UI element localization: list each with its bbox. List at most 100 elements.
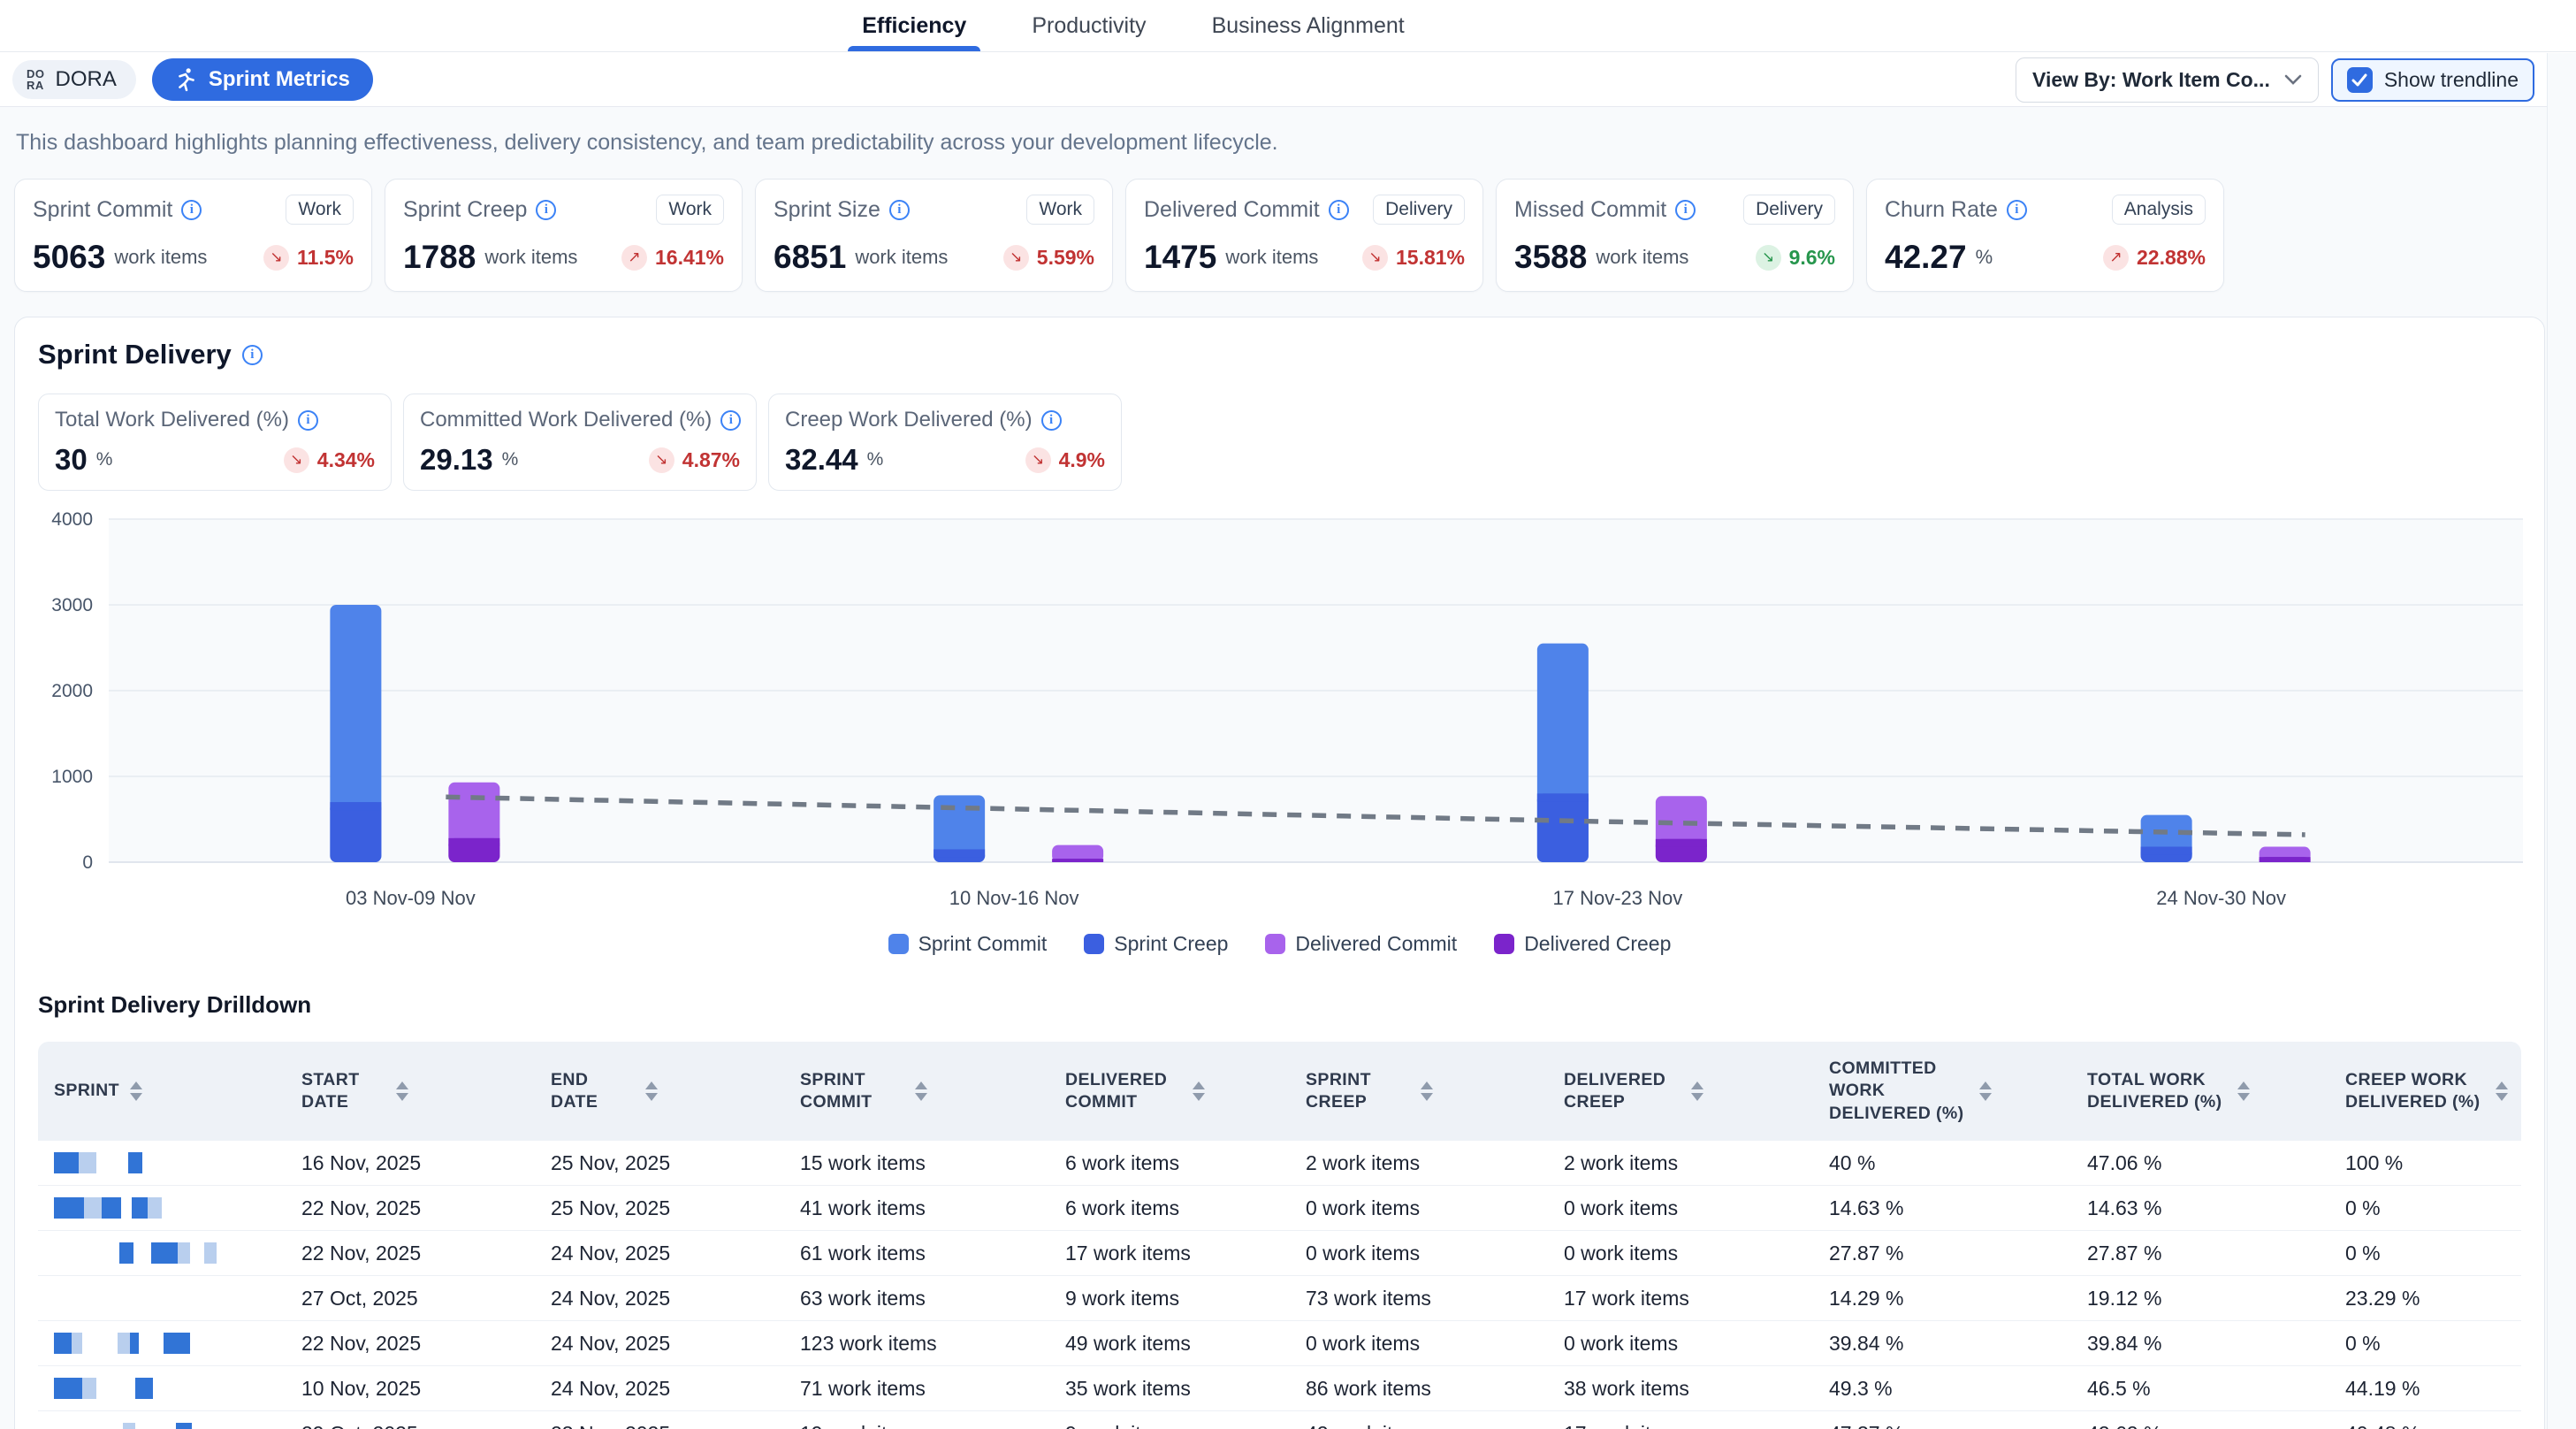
table-cell: 9 work items <box>1049 1422 1290 1429</box>
trend-value: 5.59% <box>1037 246 1094 270</box>
table-cell: 42 work items <box>1290 1422 1548 1429</box>
tab-efficiency[interactable]: Efficiency <box>858 0 970 51</box>
table-row[interactable]: 22 Nov, 202525 Nov, 202541 work items6 w… <box>38 1186 2521 1231</box>
column-header-committed-work-delivered-[interactable]: Committed Work Delivered (%) <box>1813 1042 2071 1141</box>
sort-icon[interactable] <box>1193 1081 1205 1101</box>
info-icon[interactable]: i <box>720 410 741 431</box>
sort-icon[interactable] <box>130 1081 142 1101</box>
svg-text:2000: 2000 <box>51 681 93 701</box>
legend-swatch <box>888 934 909 954</box>
column-header-creep-work-delivered-[interactable]: Creep Work Delivered (%) <box>2329 1053 2521 1130</box>
info-icon[interactable]: i <box>889 200 910 220</box>
info-icon[interactable]: i <box>2007 200 2027 220</box>
show-trendline-toggle[interactable]: Show trendline <box>2331 58 2534 102</box>
table-cell: 100 % <box>2329 1151 2521 1175</box>
info-icon[interactable]: i <box>181 200 202 220</box>
column-header-delivered-commit[interactable]: Delivered Commit <box>1049 1053 1290 1130</box>
metric-card-sprint-commit: Sprint CommitiWork5063work items↘11.5% <box>14 179 372 292</box>
info-icon[interactable]: i <box>536 200 556 220</box>
metric-card-sprint-size: Sprint SizeiWork6851work items↘5.59% <box>755 179 1113 292</box>
metric-card-unit: % <box>1976 246 1993 269</box>
sort-icon[interactable] <box>915 1081 927 1101</box>
trend-indicator: ↘4.87% <box>649 447 740 473</box>
column-header-label: Sprint Commit <box>800 1069 904 1114</box>
sprint-delivery-title: Sprint Delivery <box>38 339 232 371</box>
legend-item-sprint-creep[interactable]: Sprint Creep <box>1084 932 1228 956</box>
sprint-metrics-label: Sprint Metrics <box>209 67 350 92</box>
sprint-name-redacted <box>38 1242 286 1264</box>
sort-desc-icon <box>2496 1093 2508 1101</box>
table-cell: 0 work items <box>1548 1196 1813 1220</box>
table-cell: 22 Nov, 2025 <box>286 1242 535 1265</box>
column-header-total-work-delivered-[interactable]: Total Work Delivered (%) <box>2071 1053 2329 1130</box>
dashboard-content: This dashboard highlights planning effec… <box>0 107 2547 1429</box>
column-header-delivered-creep[interactable]: Delivered Creep <box>1548 1053 1813 1130</box>
redacted-block <box>133 1242 151 1264</box>
sort-desc-icon <box>1193 1093 1205 1101</box>
metric-card-title: Sprint Size <box>774 197 880 223</box>
table-row[interactable]: 22 Nov, 202524 Nov, 2025123 work items49… <box>38 1321 2521 1366</box>
top-tab-bar: Efficiency Productivity Business Alignment <box>0 0 2576 52</box>
table-row[interactable]: 29 Oct, 202523 Nov, 202519 work items9 w… <box>38 1411 2521 1429</box>
trend-indicator: ↘11.5% <box>263 245 354 271</box>
column-header-start-date[interactable]: Start Date <box>286 1053 535 1130</box>
subcard-value: 30 <box>55 443 88 477</box>
table-row[interactable]: 27 Oct, 202524 Nov, 202563 work items9 w… <box>38 1276 2521 1321</box>
sort-icon[interactable] <box>1691 1081 1703 1101</box>
sort-icon[interactable] <box>2496 1081 2508 1101</box>
trend-down-arrow-icon: ↘ <box>1003 245 1029 271</box>
sort-asc-icon <box>130 1081 142 1089</box>
info-icon[interactable]: i <box>242 345 263 365</box>
table-cell: 14.29 % <box>1813 1287 2071 1311</box>
sort-icon[interactable] <box>396 1081 408 1101</box>
info-icon[interactable]: i <box>298 410 318 431</box>
column-header-sprint-creep[interactable]: Sprint Creep <box>1290 1053 1548 1130</box>
table-row[interactable]: 10 Nov, 202524 Nov, 202571 work items35 … <box>38 1366 2521 1411</box>
column-header-sprint[interactable]: Sprint <box>38 1064 286 1118</box>
tab-productivity[interactable]: Productivity <box>1028 0 1149 51</box>
subcard-unit: % <box>502 449 519 470</box>
sort-icon[interactable] <box>645 1081 658 1101</box>
sort-icon[interactable] <box>2237 1081 2250 1101</box>
info-icon[interactable]: i <box>1041 410 1062 431</box>
redacted-block <box>54 1423 123 1429</box>
sort-asc-icon <box>2237 1081 2250 1089</box>
column-header-sprint-commit[interactable]: Sprint Commit <box>784 1053 1049 1130</box>
legend-item-sprint-commit[interactable]: Sprint Commit <box>888 932 1048 956</box>
table-cell: 17 work items <box>1049 1242 1290 1265</box>
table-row[interactable]: 16 Nov, 202525 Nov, 202515 work items6 w… <box>38 1141 2521 1186</box>
delivery-subcard-committed-work-delivered-: Committed Work Delivered (%)i29.13%↘4.87… <box>403 394 757 491</box>
legend-item-delivered-creep[interactable]: Delivered Creep <box>1494 932 1671 956</box>
sort-icon[interactable] <box>1979 1081 1992 1101</box>
trend-indicator: ↘4.34% <box>284 447 375 473</box>
trendline-checkbox[interactable] <box>2347 67 2373 93</box>
table-row[interactable]: 22 Nov, 202524 Nov, 202561 work items17 … <box>38 1231 2521 1276</box>
table-cell: 0 work items <box>1290 1332 1548 1356</box>
info-icon[interactable]: i <box>1329 200 1349 220</box>
tab-business-alignment[interactable]: Business Alignment <box>1208 0 1408 51</box>
view-by-dropdown[interactable]: View By: Work Item Co... <box>2016 57 2319 103</box>
table-cell: 19.12 % <box>2071 1287 2329 1311</box>
metric-card-badge: Work <box>1026 195 1094 225</box>
info-icon[interactable]: i <box>1675 200 1696 220</box>
table-cell: 16 Nov, 2025 <box>286 1151 535 1175</box>
subcard-unit: % <box>96 449 113 470</box>
redacted-block <box>84 1197 102 1219</box>
delivery-subcard-creep-work-delivered-: Creep Work Delivered (%)i32.44%↘4.9% <box>768 394 1122 491</box>
trend-down-arrow-icon: ↘ <box>649 447 674 473</box>
page-scrollbar-gutter[interactable] <box>2547 53 2576 1429</box>
sort-icon[interactable] <box>1421 1081 1433 1101</box>
chart-legend: Sprint Commit Sprint Creep Delivered Commi… <box>38 932 2521 956</box>
redacted-block <box>54 1152 79 1173</box>
table-cell: 0 work items <box>1548 1332 1813 1356</box>
table-cell: 17 work items <box>1548 1287 1813 1311</box>
sprint-metrics-button[interactable]: Sprint Metrics <box>152 58 373 101</box>
column-header-end-date[interactable]: End Date <box>535 1053 784 1130</box>
toolbar: DORA DORA Sprint Metrics View By: Work I… <box>0 53 2547 107</box>
main-area: DORA DORA Sprint Metrics View By: Work I… <box>0 53 2547 1429</box>
legend-item-delivered-commit[interactable]: Delivered Commit <box>1265 932 1457 956</box>
dora-button[interactable]: DORA DORA <box>12 60 136 99</box>
delivery-bar-chart: 0100020003000400003 Nov-09 Nov10 Nov-16 … <box>38 508 2523 926</box>
sort-desc-icon <box>130 1093 142 1101</box>
subcard-title: Total Work Delivered (%) <box>55 408 289 432</box>
